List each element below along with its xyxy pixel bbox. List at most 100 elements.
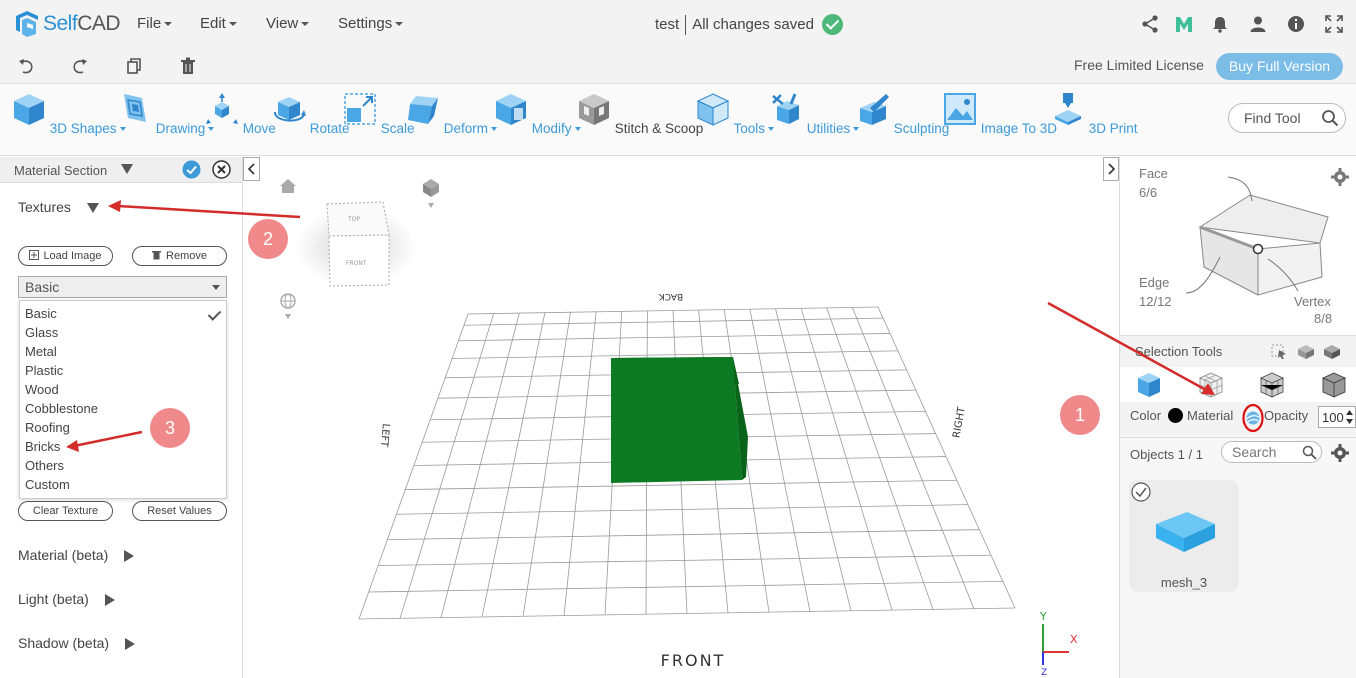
3d-print-icon <box>1055 93 1081 125</box>
search-icon[interactable] <box>1321 109 1339 127</box>
tool-scale[interactable]: Scale <box>343 92 415 136</box>
objects-settings-gear-icon[interactable] <box>1331 444 1349 462</box>
tool-label: Utilities <box>807 121 860 136</box>
select-object-icon[interactable] <box>1323 344 1341 360</box>
color-swatch[interactable] <box>1168 408 1183 423</box>
copy-icon[interactable] <box>125 57 143 75</box>
opacity-stepper[interactable]: 100 <box>1318 406 1356 428</box>
axis-gizmo: Y X Z <box>1039 610 1078 678</box>
3d-viewport[interactable]: TOP FRONT FRONT BACK LEFT RIGHT Y X Z <box>243 157 1119 678</box>
edge-mode-icon[interactable] <box>1259 372 1285 398</box>
load-image-button[interactable]: Load Image <box>18 246 113 266</box>
texture-option-plastic[interactable]: Plastic <box>20 363 226 382</box>
notification-bell-icon[interactable] <box>1211 15 1229 33</box>
action-bar: Free Limited License Buy Full Version <box>0 48 1356 84</box>
tool-label: Deform <box>444 121 497 136</box>
select-multi-icon[interactable] <box>1297 344 1315 360</box>
tool-label: Stitch & Scoop <box>614 121 704 136</box>
material-beta-label: Material (beta) <box>18 547 109 563</box>
tool-rotate[interactable]: Rotate <box>272 92 350 136</box>
tool-deform[interactable]: Deform <box>406 92 488 136</box>
texture-option-basic[interactable]: Basic <box>20 306 226 325</box>
collapse-right-panel-button[interactable] <box>1103 157 1119 181</box>
redo-icon[interactable] <box>71 57 89 75</box>
texture-option-cobblestone[interactable]: Cobblestone <box>20 401 226 420</box>
clear-texture-button[interactable]: Clear Texture <box>18 501 113 521</box>
front-label: FRONT <box>661 651 726 670</box>
utilities-icon <box>772 93 799 124</box>
tools-icon <box>696 93 730 126</box>
menu-file[interactable]: File <box>137 15 172 32</box>
tool-modify[interactable]: Modify <box>494 92 572 136</box>
find-tool-input[interactable]: Find Tool <box>1228 103 1346 133</box>
face-label[interactable]: Face <box>1139 166 1168 181</box>
texture-option-wood[interactable]: Wood <box>20 382 226 401</box>
menu-view[interactable]: View <box>266 15 309 32</box>
vertex-mode-icon[interactable] <box>1321 372 1347 398</box>
chevron-down-icon[interactable] <box>121 164 133 174</box>
m-brand-icon[interactable] <box>1175 15 1193 33</box>
texture-option-others[interactable]: Others <box>20 458 226 477</box>
axis-z-label: Z <box>1041 668 1047 678</box>
globe-view-icon[interactable] <box>280 293 296 319</box>
selected-object[interactable] <box>611 357 748 483</box>
annotation-badge-3: 3 <box>150 408 190 448</box>
stitch-scoop-icon <box>579 94 609 125</box>
material-beta-toggle[interactable]: Material (beta) <box>18 547 135 563</box>
viewport-scene[interactable]: TOP FRONT FRONT BACK LEFT RIGHT Y X Z <box>243 157 1119 678</box>
mesh-thumbnail <box>1131 482 1215 552</box>
document-name[interactable]: test <box>655 16 679 33</box>
menu-settings[interactable]: Settings <box>338 15 403 32</box>
selfcad-logo[interactable]: SelfCAD <box>14 10 121 38</box>
texture-option-bricks[interactable]: Bricks <box>20 439 226 458</box>
edge-label[interactable]: Edge <box>1139 275 1169 290</box>
tool-utilities[interactable]: Utilities <box>769 92 850 136</box>
texture-option-glass[interactable]: Glass <box>20 325 226 344</box>
tool-image-to-3d[interactable]: Image To 3D <box>943 92 1057 136</box>
object-name: mesh_3 <box>1160 575 1208 590</box>
settings-gear-icon[interactable] <box>1331 168 1349 186</box>
object-mode-cube-icon[interactable] <box>1136 372 1162 398</box>
stepper-arrows-icon[interactable] <box>1346 410 1353 424</box>
shadow-beta-toggle[interactable]: Shadow (beta) <box>18 635 135 651</box>
vertex-count: 8/8 <box>1314 311 1333 326</box>
menu-edit[interactable]: Edit <box>200 15 237 32</box>
search-icon[interactable] <box>1302 445 1317 460</box>
face-mode-grid-icon[interactable] <box>1198 372 1224 398</box>
buy-full-version-button[interactable]: Buy Full Version <box>1216 53 1343 80</box>
object-search-input[interactable]: Search <box>1221 441 1322 463</box>
remove-button[interactable]: Remove <box>132 246 227 266</box>
tool-drawing[interactable]: Drawing <box>118 92 205 136</box>
fullscreen-icon[interactable] <box>1325 15 1343 33</box>
material-sphere-icon[interactable] <box>1242 403 1264 433</box>
collapse-left-panel-button[interactable] <box>243 157 260 181</box>
info-icon[interactable] <box>1287 15 1305 33</box>
camera-view-icon[interactable] <box>423 179 439 208</box>
material-section-header[interactable]: Material Section <box>0 157 242 183</box>
user-icon[interactable] <box>1249 15 1267 33</box>
tool-3d-print[interactable]: 3D Print <box>1051 92 1138 136</box>
texture-option-roofing[interactable]: Roofing <box>20 420 226 439</box>
reset-values-button[interactable]: Reset Values <box>132 501 227 521</box>
select-cursor-icon[interactable] <box>1271 344 1287 360</box>
drawing-icon <box>124 94 146 122</box>
home-view-icon[interactable] <box>280 179 296 193</box>
light-beta-toggle[interactable]: Light (beta) <box>18 591 115 607</box>
tool-3d-shapes[interactable]: 3D Shapes <box>12 92 117 136</box>
selection-mode-tabs <box>1120 367 1356 402</box>
texture-select[interactable]: Basic <box>18 276 227 298</box>
confirm-check-icon[interactable] <box>182 160 201 179</box>
tool-tools[interactable]: Tools <box>696 92 765 136</box>
undo-icon[interactable] <box>17 57 35 75</box>
object-card-mesh[interactable]: mesh_3 <box>1129 480 1239 592</box>
close-icon[interactable] <box>212 160 231 179</box>
tool-move[interactable]: Move <box>205 92 276 136</box>
texture-option-metal[interactable]: Metal <box>20 344 226 363</box>
tool-stitch-scoop[interactable]: Stitch & Scoop <box>577 92 703 136</box>
tool-sculpting[interactable]: Sculpting <box>856 92 949 136</box>
view-cube[interactable]: TOP FRONT <box>326 201 390 287</box>
textures-section-toggle[interactable]: Textures <box>18 199 99 215</box>
delete-trash-icon[interactable] <box>179 57 197 75</box>
texture-option-custom[interactable]: Custom <box>20 477 226 496</box>
share-icon[interactable] <box>1141 15 1159 33</box>
